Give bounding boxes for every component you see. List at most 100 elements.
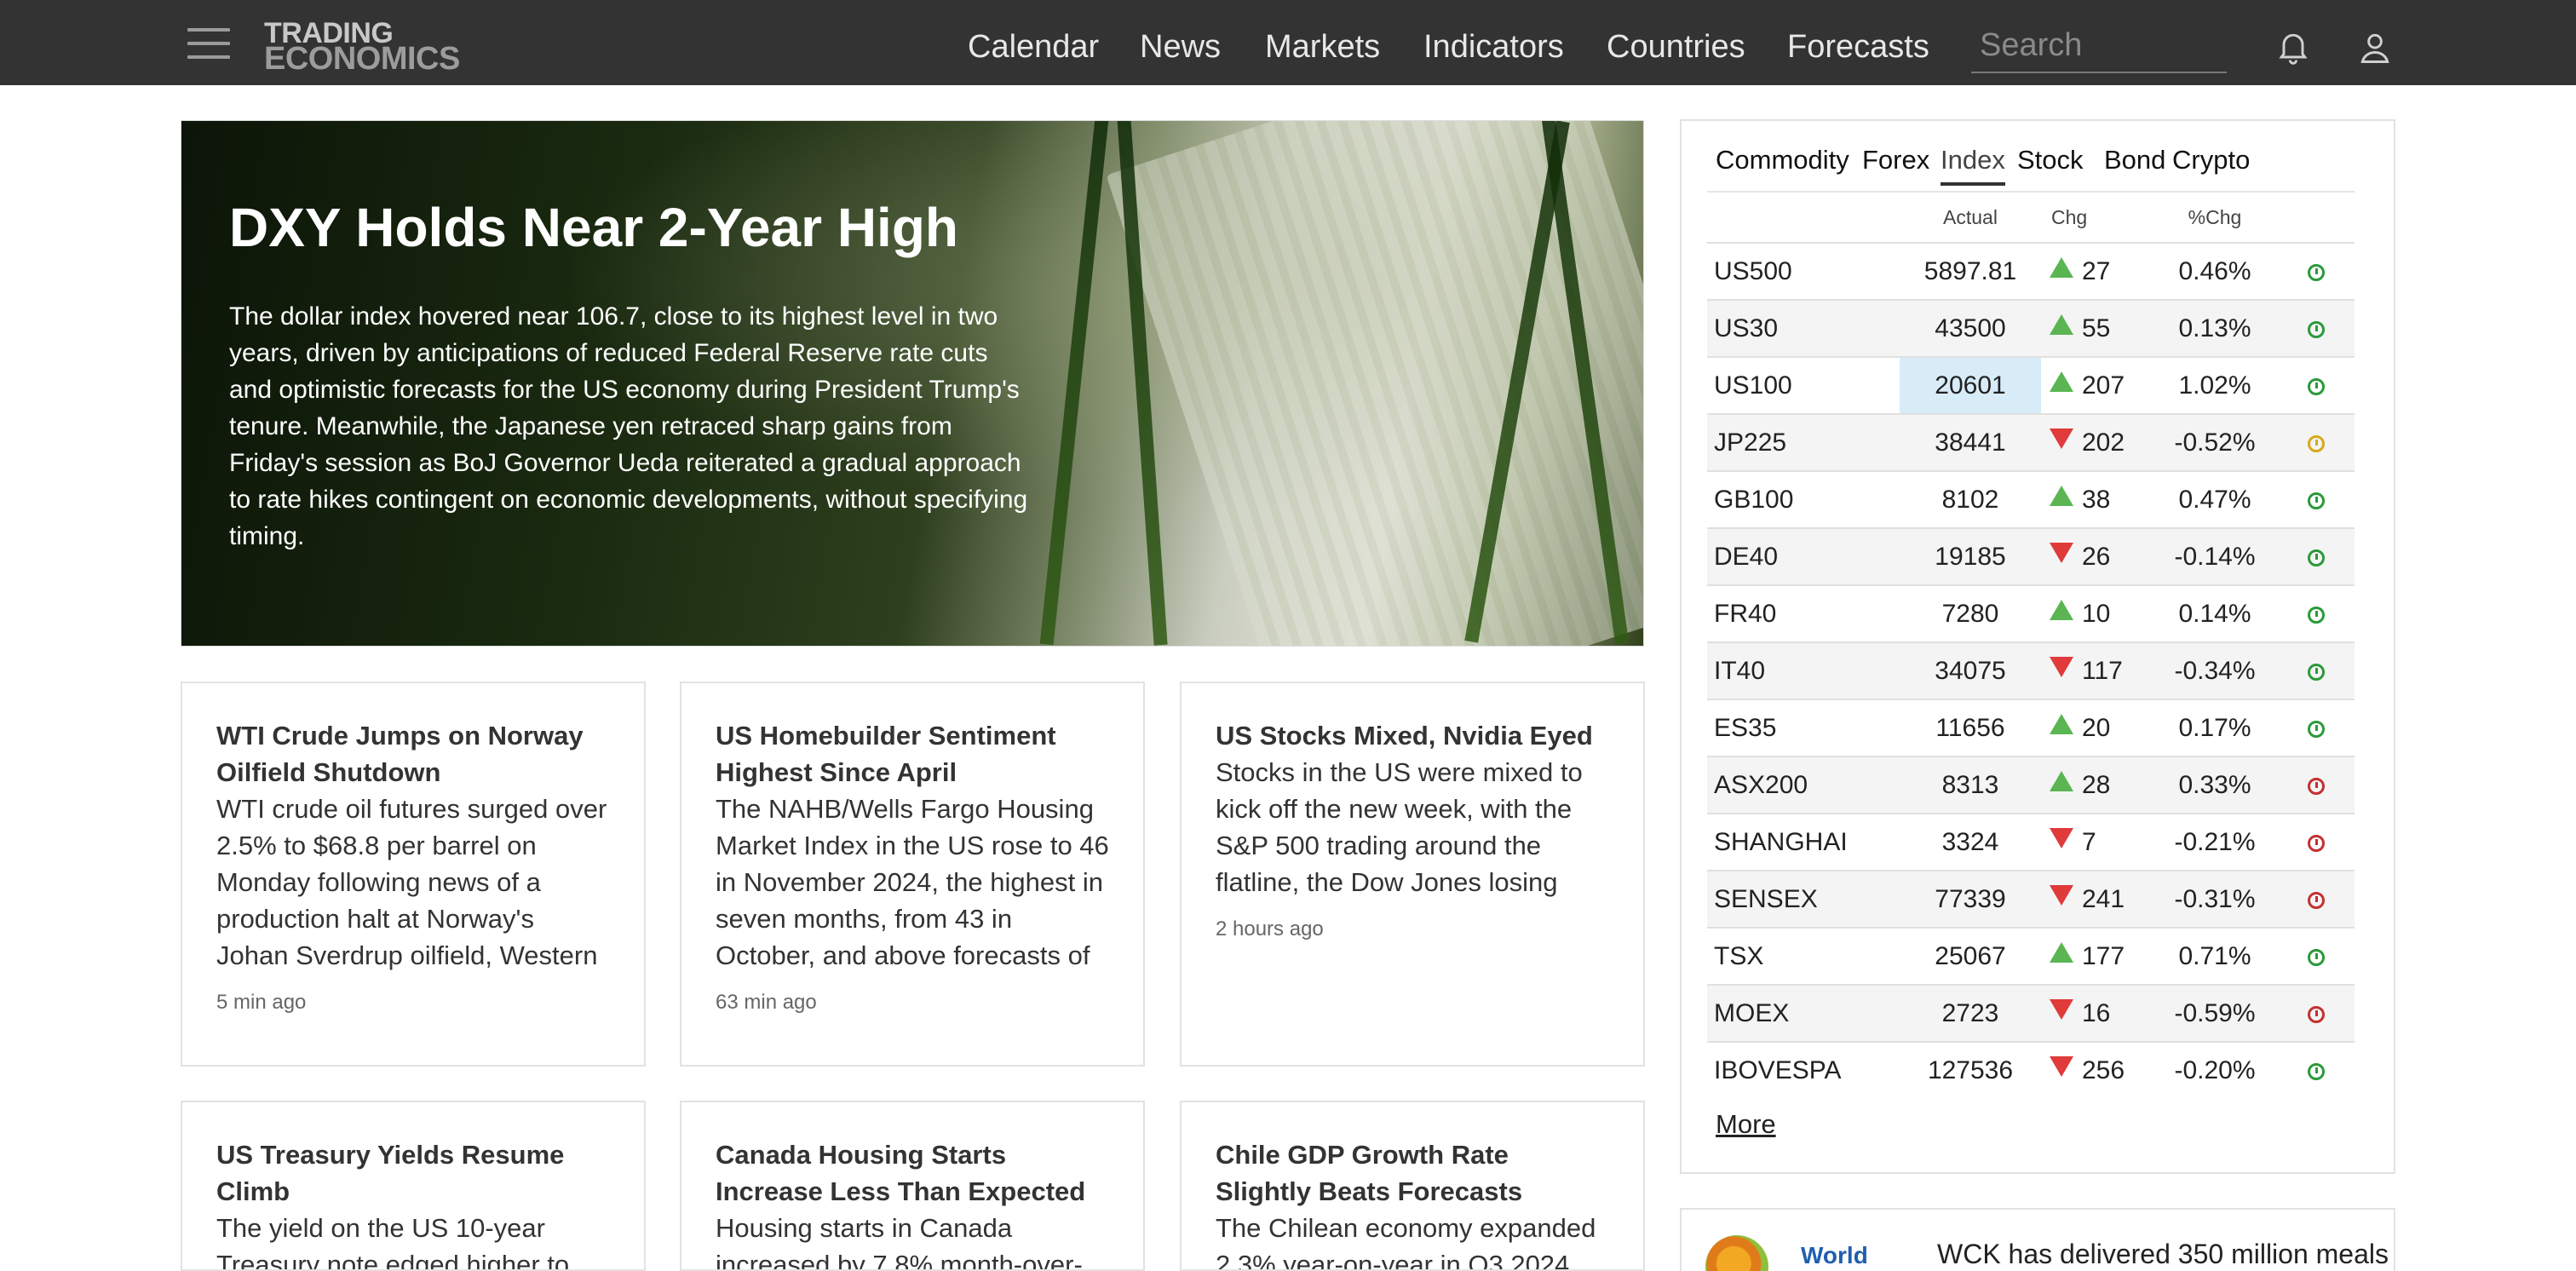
market-change: 38 — [2041, 470, 2152, 528]
nav-forecasts[interactable]: Forecasts — [1787, 29, 1929, 68]
market-symbol[interactable]: DE40 — [1707, 527, 1900, 585]
market-row[interactable]: IBOVESPA 127536 256 -0.20% — [1707, 1041, 2355, 1099]
nav-news[interactable]: News — [1140, 29, 1221, 68]
clock-icon — [2308, 1005, 2325, 1023]
clock-icon — [2308, 948, 2325, 966]
promo-widget[interactable]: World WCK has delivered 350 million meal… — [1680, 1208, 2395, 1271]
clock-icon — [2308, 606, 2325, 624]
market-row[interactable]: MOEX 2723 16 -0.59% — [1707, 984, 2355, 1042]
market-row[interactable]: SHANGHAI 3324 7 -0.21% — [1707, 813, 2355, 871]
market-row[interactable]: GB100 8102 38 0.47% — [1707, 470, 2355, 528]
market-row[interactable]: ES35 11656 20 0.17% — [1707, 699, 2355, 756]
market-actual: 2723 — [1900, 984, 2041, 1042]
site-logo[interactable]: TRADING ECONOMICS — [264, 19, 460, 75]
tab-crypto[interactable]: Crypto — [2172, 145, 2250, 186]
news-card[interactable]: US Homebuilder Sentiment Highest Since A… — [680, 682, 1145, 1067]
arrow-up-icon — [2050, 770, 2073, 791]
arrow-up-icon — [2050, 713, 2073, 734]
arrow-up-icon — [2050, 313, 2073, 335]
hero-story[interactable]: DXY Holds Near 2-Year High The dollar in… — [181, 120, 1644, 647]
market-symbol[interactable]: US30 — [1707, 299, 1900, 357]
news-card[interactable]: Chile GDP Growth Rate Slightly Beats For… — [1180, 1101, 1645, 1271]
market-symbol[interactable]: TSX — [1707, 927, 1900, 985]
market-change: 207 — [2041, 356, 2152, 414]
news-card-description: The NAHB/Wells Fargo Housing Market Inde… — [716, 794, 1109, 970]
market-actual: 34075 — [1900, 641, 2041, 699]
news-card-time: 5 min ago — [216, 991, 307, 1014]
news-card-time: 2 hours ago — [1216, 917, 1324, 940]
arrow-down-icon — [2050, 884, 2073, 906]
market-row[interactable]: SENSEX 77339 241 -0.31% — [1707, 870, 2355, 928]
news-card[interactable]: US Treasury Yields Resume Climb The yiel… — [181, 1101, 646, 1271]
tab-bond[interactable]: Bond — [2104, 145, 2165, 186]
news-card-title[interactable]: Canada Housing Starts Increase Less Than… — [716, 1136, 1111, 1210]
market-actual: 11656 — [1900, 699, 2041, 756]
arrow-up-icon — [2050, 256, 2073, 278]
market-symbol[interactable]: SHANGHAI — [1707, 813, 1900, 871]
market-symbol[interactable]: MOEX — [1707, 984, 1900, 1042]
tab-commodity[interactable]: Commodity — [1716, 145, 1849, 186]
tab-stock[interactable]: Stock — [2017, 145, 2084, 186]
market-symbol[interactable]: FR40 — [1707, 584, 1900, 642]
user-icon[interactable] — [2356, 29, 2394, 66]
market-symbol[interactable]: IT40 — [1707, 641, 1900, 699]
market-pct-change: 1.02% — [2152, 356, 2278, 414]
market-change-value: 7 — [2082, 827, 2096, 856]
market-change: 10 — [2041, 584, 2152, 642]
market-symbol[interactable]: IBOVESPA — [1707, 1041, 1900, 1099]
news-card-title[interactable]: WTI Crude Jumps on Norway Oilfield Shutd… — [216, 717, 612, 791]
clock-icon — [2308, 549, 2325, 566]
market-row[interactable]: JP225 38441 202 -0.52% — [1707, 413, 2355, 471]
news-card-description: Stocks in the US were mixed to kick off … — [1216, 757, 1583, 897]
news-card[interactable]: WTI Crude Jumps on Norway Oilfield Shutd… — [181, 682, 646, 1067]
news-card-title[interactable]: Chile GDP Growth Rate Slightly Beats For… — [1216, 1136, 1611, 1210]
market-row[interactable]: US30 43500 55 0.13% — [1707, 299, 2355, 357]
market-symbol[interactable]: GB100 — [1707, 470, 1900, 528]
market-symbol[interactable]: ES35 — [1707, 699, 1900, 756]
tab-forex[interactable]: Forex — [1862, 145, 1929, 186]
column-header-chg: Chg — [2041, 191, 2152, 243]
market-row[interactable]: US500 5897.81 27 0.46% — [1707, 242, 2355, 300]
tab-index[interactable]: Index — [1941, 145, 2005, 186]
market-row[interactable]: DE40 19185 26 -0.14% — [1707, 527, 2355, 585]
market-symbol[interactable]: US500 — [1707, 242, 1900, 300]
menu-icon[interactable] — [187, 28, 230, 60]
market-row[interactable]: FR40 7280 10 0.14% — [1707, 584, 2355, 642]
market-symbol[interactable]: US100 — [1707, 356, 1900, 414]
market-pct-change: 0.71% — [2152, 927, 2278, 985]
nav-markets[interactable]: Markets — [1265, 29, 1380, 68]
arrow-up-icon — [2050, 485, 2073, 506]
market-row[interactable]: US100 20601 207 1.02% — [1707, 356, 2355, 414]
markets-widget: Commodity Forex Index Stock Bond Crypto … — [1680, 119, 2395, 1174]
market-pct-change: -0.20% — [2152, 1041, 2278, 1099]
hero-text: The dollar index hovered near 106.7, clo… — [229, 302, 1028, 550]
market-clock-cell — [2278, 699, 2355, 756]
market-actual: 25067 — [1900, 927, 2041, 985]
market-symbol[interactable]: ASX200 — [1707, 756, 1900, 814]
search-input[interactable] — [1971, 19, 2227, 73]
news-card-title[interactable]: US Homebuilder Sentiment Highest Since A… — [716, 717, 1111, 791]
market-pct-change: -0.59% — [2152, 984, 2278, 1042]
market-row[interactable]: TSX 25067 177 0.71% — [1707, 927, 2355, 985]
market-clock-cell — [2278, 584, 2355, 642]
nav-indicators[interactable]: Indicators — [1423, 29, 1564, 68]
market-row[interactable]: ASX200 8313 28 0.33% — [1707, 756, 2355, 814]
news-card[interactable]: US Stocks Mixed, Nvidia Eyed Stocks in t… — [1180, 682, 1645, 1067]
arrow-up-icon — [2050, 371, 2073, 392]
market-symbol[interactable]: JP225 — [1707, 413, 1900, 471]
market-row[interactable]: IT40 34075 117 -0.34% — [1707, 641, 2355, 699]
arrow-up-icon — [2050, 941, 2073, 963]
bell-icon[interactable] — [2274, 29, 2312, 66]
world-central-kitchen-logo — [1705, 1235, 1768, 1271]
news-card[interactable]: Canada Housing Starts Increase Less Than… — [680, 1101, 1145, 1271]
more-link[interactable]: More — [1716, 1109, 1776, 1140]
news-card-title[interactable]: US Treasury Yields Resume Climb — [216, 1136, 612, 1210]
news-card-title[interactable]: US Stocks Mixed, Nvidia Eyed — [1216, 717, 1611, 754]
market-change-value: 27 — [2082, 256, 2111, 285]
nav-countries[interactable]: Countries — [1607, 29, 1745, 68]
market-symbol[interactable]: SENSEX — [1707, 870, 1900, 928]
market-change-value: 16 — [2082, 998, 2111, 1027]
market-change: 28 — [2041, 756, 2152, 814]
nav-calendar[interactable]: Calendar — [968, 29, 1099, 68]
hero-title[interactable]: DXY Holds Near 2-Year High — [229, 196, 958, 259]
